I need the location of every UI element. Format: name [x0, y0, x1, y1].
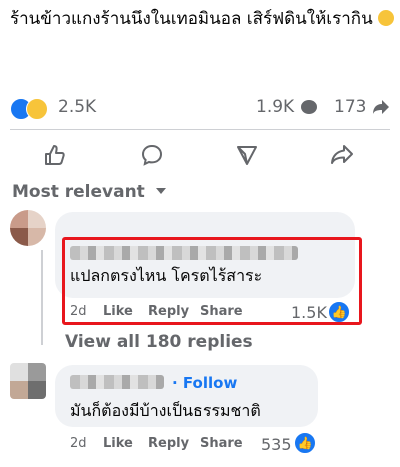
comment-bubble-icon — [301, 100, 317, 114]
like-button[interactable] — [37, 138, 73, 172]
share-icon — [331, 145, 353, 164]
share-arrow-icon — [373, 100, 389, 114]
haha-reaction-icon — [26, 98, 48, 120]
send-icon — [237, 146, 257, 165]
divider — [10, 129, 390, 130]
share-count[interactable]: 173 — [334, 97, 366, 117]
avatar[interactable] — [10, 210, 46, 246]
comment-sort-dropdown[interactable]: Most relevant — [12, 182, 167, 202]
comment-reaction-count[interactable]: 535 — [261, 435, 292, 454]
thumbs-up-icon — [45, 145, 65, 165]
avatar[interactable] — [10, 363, 46, 399]
reaction-count[interactable]: 2.5K — [58, 97, 96, 117]
comment-like-button[interactable]: Like — [103, 436, 133, 451]
like-badge-icon: 👍 — [294, 432, 316, 454]
comment-reply-button[interactable]: Reply — [148, 436, 189, 451]
caret-down-icon — [155, 188, 166, 194]
comment-icon — [141, 144, 163, 166]
follow-link[interactable]: · Follow — [172, 374, 237, 392]
post-body: ร้านข้าวแกงร้านนึงในเทอมินอล เสิร์ฟดินให… — [10, 9, 373, 29]
sort-label: Most relevant — [12, 182, 145, 202]
thread-line — [41, 250, 43, 345]
post-stats: 2.5K 1.9K 173 — [0, 94, 400, 124]
view-replies-link[interactable]: View all 180 replies — [65, 332, 253, 352]
share-button[interactable] — [324, 138, 360, 172]
comment-count[interactable]: 1.9K — [256, 97, 294, 117]
laughing-emoji-icon — [378, 10, 395, 26]
reaction-icons[interactable] — [10, 98, 54, 120]
post-text: ร้านข้าวแกงร้านนึงในเทอมินอล เสิร์ฟดินให… — [10, 5, 395, 33]
comment-time[interactable]: 2d — [70, 436, 87, 451]
send-button[interactable] — [229, 138, 265, 172]
highlight-annotation — [62, 237, 362, 325]
comment-text: มันก็ต้องมีบ้างเป็นธรรมชาติ — [70, 401, 261, 420]
post-actions — [0, 138, 400, 172]
comment-button[interactable] — [134, 138, 170, 172]
comment-share-button[interactable]: Share — [200, 436, 243, 451]
commenter-name[interactable] — [70, 375, 164, 389]
